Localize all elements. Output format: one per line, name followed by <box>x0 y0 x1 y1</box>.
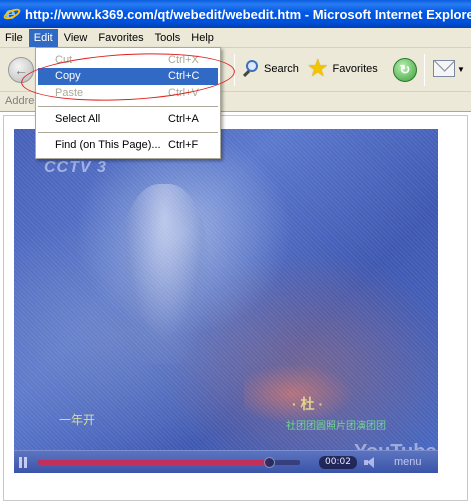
video-player[interactable]: CCTV 3 一年开 · 杜 · 社团团圆照片团演团团 YouTube <box>14 129 438 473</box>
menu-item-select-all[interactable]: Select All Ctrl+A <box>38 111 218 128</box>
menu-separator <box>38 132 218 133</box>
menu-item-cut[interactable]: Cut Ctrl+X <box>38 52 218 69</box>
progress-handle[interactable] <box>263 457 275 468</box>
back-button[interactable]: ← <box>8 57 34 83</box>
pause-icon[interactable] <box>19 457 28 468</box>
video-controls: 00:02 menu <box>14 450 438 473</box>
volume-icon[interactable] <box>364 457 378 468</box>
internet-explorer-icon: e <box>2 4 22 24</box>
time-display: 00:02 <box>319 456 357 469</box>
edit-menu-dropdown: Cut Ctrl+X Copy Ctrl+C Paste Ctrl+V Sele… <box>35 47 221 159</box>
menu-edit[interactable]: Edit <box>28 28 58 47</box>
search-icon <box>242 60 260 78</box>
video-caption-left: 一年开 <box>59 413 96 427</box>
menu-item-find[interactable]: Find (on This Page)... Ctrl+F <box>38 137 218 154</box>
menu-file[interactable]: File <box>0 29 28 47</box>
menu-view[interactable]: View <box>59 29 93 47</box>
window-title: http://www.k369.com/qt/webedit/webedit.h… <box>25 6 471 22</box>
menu-separator <box>38 106 218 107</box>
menu-help[interactable]: Help <box>186 29 219 47</box>
favorites-button[interactable]: ★ Favorites <box>307 57 378 81</box>
toolbar-separator <box>424 54 425 86</box>
progress-fill <box>38 460 269 465</box>
player-menu-button[interactable]: menu <box>394 456 422 468</box>
favorites-star-icon: ★ <box>307 55 329 82</box>
chevron-down-icon[interactable]: ▼ <box>457 65 465 74</box>
channel-logo: CCTV 3 <box>44 159 107 176</box>
menu-tools[interactable]: Tools <box>150 29 186 47</box>
menu-item-paste[interactable]: Paste Ctrl+V <box>38 85 218 102</box>
menu-favorites[interactable]: Favorites <box>93 29 148 47</box>
title-bar: e http://www.k369.com/qt/webedit/webedit… <box>0 0 471 28</box>
favorites-label: Favorites <box>332 63 378 75</box>
progress-bar[interactable] <box>38 460 300 465</box>
search-label: Search <box>264 63 299 75</box>
menu-item-copy[interactable]: Copy Ctrl+C <box>38 68 218 85</box>
mail-icon[interactable] <box>433 60 455 77</box>
search-button[interactable]: Search <box>242 60 299 78</box>
menu-bar: File Edit View Favorites Tools Help <box>0 28 471 48</box>
video-caption-subtitle: 社团团圆照片团演团团 <box>286 421 386 432</box>
history-icon[interactable]: ↻ <box>393 58 417 82</box>
toolbar-separator <box>234 54 235 86</box>
page-content: CCTV 3 一年开 · 杜 · 社团团圆照片团演团团 YouTube 00:0… <box>0 112 471 503</box>
video-caption-title: · 杜 · <box>292 396 324 412</box>
